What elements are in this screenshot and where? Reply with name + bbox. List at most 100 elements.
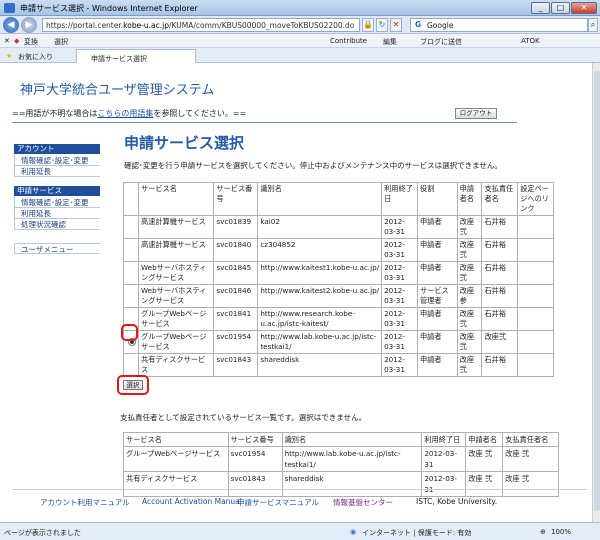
cell-service-name: 共有ディスクサービス xyxy=(137,353,215,377)
footer-link-istc[interactable]: 情報基盤センター xyxy=(333,498,393,507)
sidebar-item-service-extend[interactable]: 利用延長 xyxy=(14,208,100,219)
sidebar-item-status[interactable]: 処理状況確認 xyxy=(14,219,100,230)
cell-identifier: http://www.lab.kobe-u.ac.jp/istc-testkai… xyxy=(281,446,423,472)
cell-end-date: 2012-03-31 xyxy=(381,353,418,377)
cell-identifier: http://www.research.kobe-u.ac.jp/istc-ka… xyxy=(257,307,383,331)
close-toolbar-icon[interactable]: ✕ xyxy=(4,37,10,45)
glossary-prefix: ==用語が不明な場合は xyxy=(12,109,98,118)
address-bar: ◀ ▶ https://portal.center.kobe-u.ac.jp/K… xyxy=(0,16,600,34)
contribute-button[interactable]: Contribute xyxy=(330,37,367,45)
stop-icon[interactable]: ✕ xyxy=(390,18,402,32)
sidebar-item-user-menu[interactable]: ユーザメニュー xyxy=(14,243,100,254)
url-path: /KUMA/comm/KBUS00000_moveToKBUS02200.do xyxy=(169,21,355,30)
table-row[interactable]: 高速計算機サービス svc01839 kai02 2012-03-31 申請者 … xyxy=(123,215,554,239)
column-header: 識別名 xyxy=(281,432,423,447)
sidebar-item-service-info[interactable]: 情報確認･設定･変更 xyxy=(14,197,100,208)
column-header: 利用終了日 xyxy=(381,182,418,216)
cell-role: 申請者 xyxy=(416,330,458,354)
close-window-button[interactable]: ✕ xyxy=(571,2,597,14)
cell-payer: 石井裕 xyxy=(481,353,519,377)
glossary-suffix: を参照してください。== xyxy=(153,109,247,118)
back-icon[interactable]: ◀ xyxy=(3,17,19,33)
radio-cell xyxy=(123,215,139,239)
cell-end-date: 2012-03-31 xyxy=(381,238,418,262)
convert-button[interactable]: 変換 xyxy=(24,37,38,47)
radio-cell xyxy=(123,284,139,308)
cell-identifier: shareddisk xyxy=(257,353,383,377)
cell-end-date: 2012-03-31 xyxy=(381,261,418,285)
sidebar-item-account-info[interactable]: 情報確認･設定･変更 xyxy=(14,155,100,166)
command-toolbar: ✕ ◆ 変換 選択 Contribute 編集 ブログに送信 ATOK xyxy=(0,34,600,48)
cell-service-no: svc01840 xyxy=(213,238,259,262)
edit-button[interactable]: 編集 xyxy=(383,37,397,47)
column-header: 申請者名 xyxy=(465,432,504,447)
cell-applicant: 改座 弐 xyxy=(465,471,504,497)
cell-link xyxy=(517,284,554,308)
cell-identifier: http://www.kaitest2.kobe-u.ac.jp/ xyxy=(257,284,383,308)
globe-icon: ◉ xyxy=(350,528,357,536)
table-row[interactable]: 共有ディスクサービス svc01843 shareddisk 2012-03-3… xyxy=(123,353,554,377)
table-row[interactable]: Webサーバホスティングサービス svc01845 http://www.kai… xyxy=(123,261,554,285)
search-input[interactable]: G Google xyxy=(410,18,588,32)
cell-service-no: svc01839 xyxy=(213,215,259,239)
forward-icon[interactable]: ▶ xyxy=(21,17,37,33)
footer-link-service-manual[interactable]: 申請サービスマニュアル xyxy=(237,498,319,507)
url-field[interactable]: https://portal.center.kobe-u.ac.jp/KUMA/… xyxy=(42,18,360,32)
logout-button[interactable]: ログアウト xyxy=(455,108,497,119)
radio-cell xyxy=(123,353,139,377)
favorites-button[interactable]: お気に入り xyxy=(18,52,53,62)
cell-link xyxy=(517,353,554,377)
window-titlebar: 申請サービス選択 - Windows Internet Explorer _ □… xyxy=(0,0,600,16)
glossary-link[interactable]: こちらの用語集 xyxy=(97,109,153,118)
column-header: 申請者名 xyxy=(456,182,483,216)
table-header-row: サービス名 サービス番号 識別名 利用終了日 役割 申請者名 支払責任者名 設定… xyxy=(123,182,554,216)
footer-link-activation-manual[interactable]: Account Activation Manual xyxy=(142,497,242,506)
ie-icon xyxy=(4,3,15,13)
column-header: サービス名 xyxy=(137,182,215,216)
footer-divider xyxy=(12,489,587,490)
maximize-button[interactable]: □ xyxy=(551,2,570,14)
cell-service-name: 共有ディスクサービス xyxy=(123,471,229,497)
column-header: 利用終了日 xyxy=(421,432,467,447)
cell-payer: 改座 弐 xyxy=(502,446,559,472)
atok-button[interactable]: ATOK xyxy=(521,37,540,45)
table-row[interactable]: グループWebページサービス svc01841 http://www.resea… xyxy=(123,307,554,331)
table-row[interactable]: グループWebページサービス svc01954 http://www.lab.k… xyxy=(123,330,554,354)
cell-service-name: Webサーバホスティングサービス xyxy=(137,261,215,285)
scroll-thumb[interactable] xyxy=(594,71,600,511)
zone-text: インターネット | 保護モード: 有効 xyxy=(362,529,472,537)
column-header: サービス番号 xyxy=(227,432,283,447)
cell-identifier: cz304852 xyxy=(257,238,383,262)
glossary-notice: ==用語が不明な場合はこちらの用語集を参照してください。== xyxy=(12,108,246,119)
table-row[interactable]: Webサーバホスティングサービス svc01846 http://www.kai… xyxy=(123,284,554,308)
refresh-icon[interactable]: ↻ xyxy=(376,18,388,32)
cell-applicant: 改座弐 xyxy=(456,261,483,285)
cell-service-no: svc01845 xyxy=(213,261,259,285)
table-row[interactable]: 高速計算機サービス svc01840 cz304852 2012-03-31 申… xyxy=(123,238,554,262)
page-description: 確認･変更を行う申請サービスを選択してください。停止中およびメンテナンス中のサー… xyxy=(124,161,502,170)
select-button-toolbar[interactable]: 選択 xyxy=(54,37,68,47)
cell-service-name: Webサーバホスティングサービス xyxy=(137,284,215,308)
vertical-scrollbar[interactable] xyxy=(592,63,600,522)
sidebar-item-account-extend[interactable]: 利用延長 xyxy=(14,166,100,177)
zoom-icon: ⊕ xyxy=(540,528,546,536)
cell-link xyxy=(517,307,554,331)
cell-role: 申請者 xyxy=(416,307,458,331)
blog-button[interactable]: ブログに送信 xyxy=(420,37,462,47)
cell-link xyxy=(517,261,554,285)
star-icon[interactable]: ★ xyxy=(6,52,12,60)
sidebar-service-header: 申請サービス xyxy=(14,186,100,196)
service-table: サービス名 サービス番号 識別名 利用終了日 役割 申請者名 支払責任者名 設定… xyxy=(123,182,554,377)
search-icon[interactable]: ⌕ xyxy=(588,18,598,32)
table-header-row: サービス名 サービス番号 識別名 利用終了日 申請者名 支払責任者名 xyxy=(123,432,559,447)
cell-service-name: グループWebページサービス xyxy=(123,446,229,472)
minimize-button[interactable]: _ xyxy=(531,2,550,14)
footer-link-account-manual[interactable]: アカウント利用マニュアル xyxy=(40,498,130,507)
cell-applicant: 改座弐 xyxy=(456,238,483,262)
cell-service-no: svc01843 xyxy=(227,471,283,497)
cell-service-no: svc01841 xyxy=(213,307,259,331)
cell-service-name: グループWebページサービス xyxy=(137,307,215,331)
zoom-level[interactable]: 100% xyxy=(551,528,571,536)
tab-current[interactable]: 申請サービス選択 xyxy=(76,49,196,63)
lock-icon[interactable]: 🔒 xyxy=(362,18,374,32)
